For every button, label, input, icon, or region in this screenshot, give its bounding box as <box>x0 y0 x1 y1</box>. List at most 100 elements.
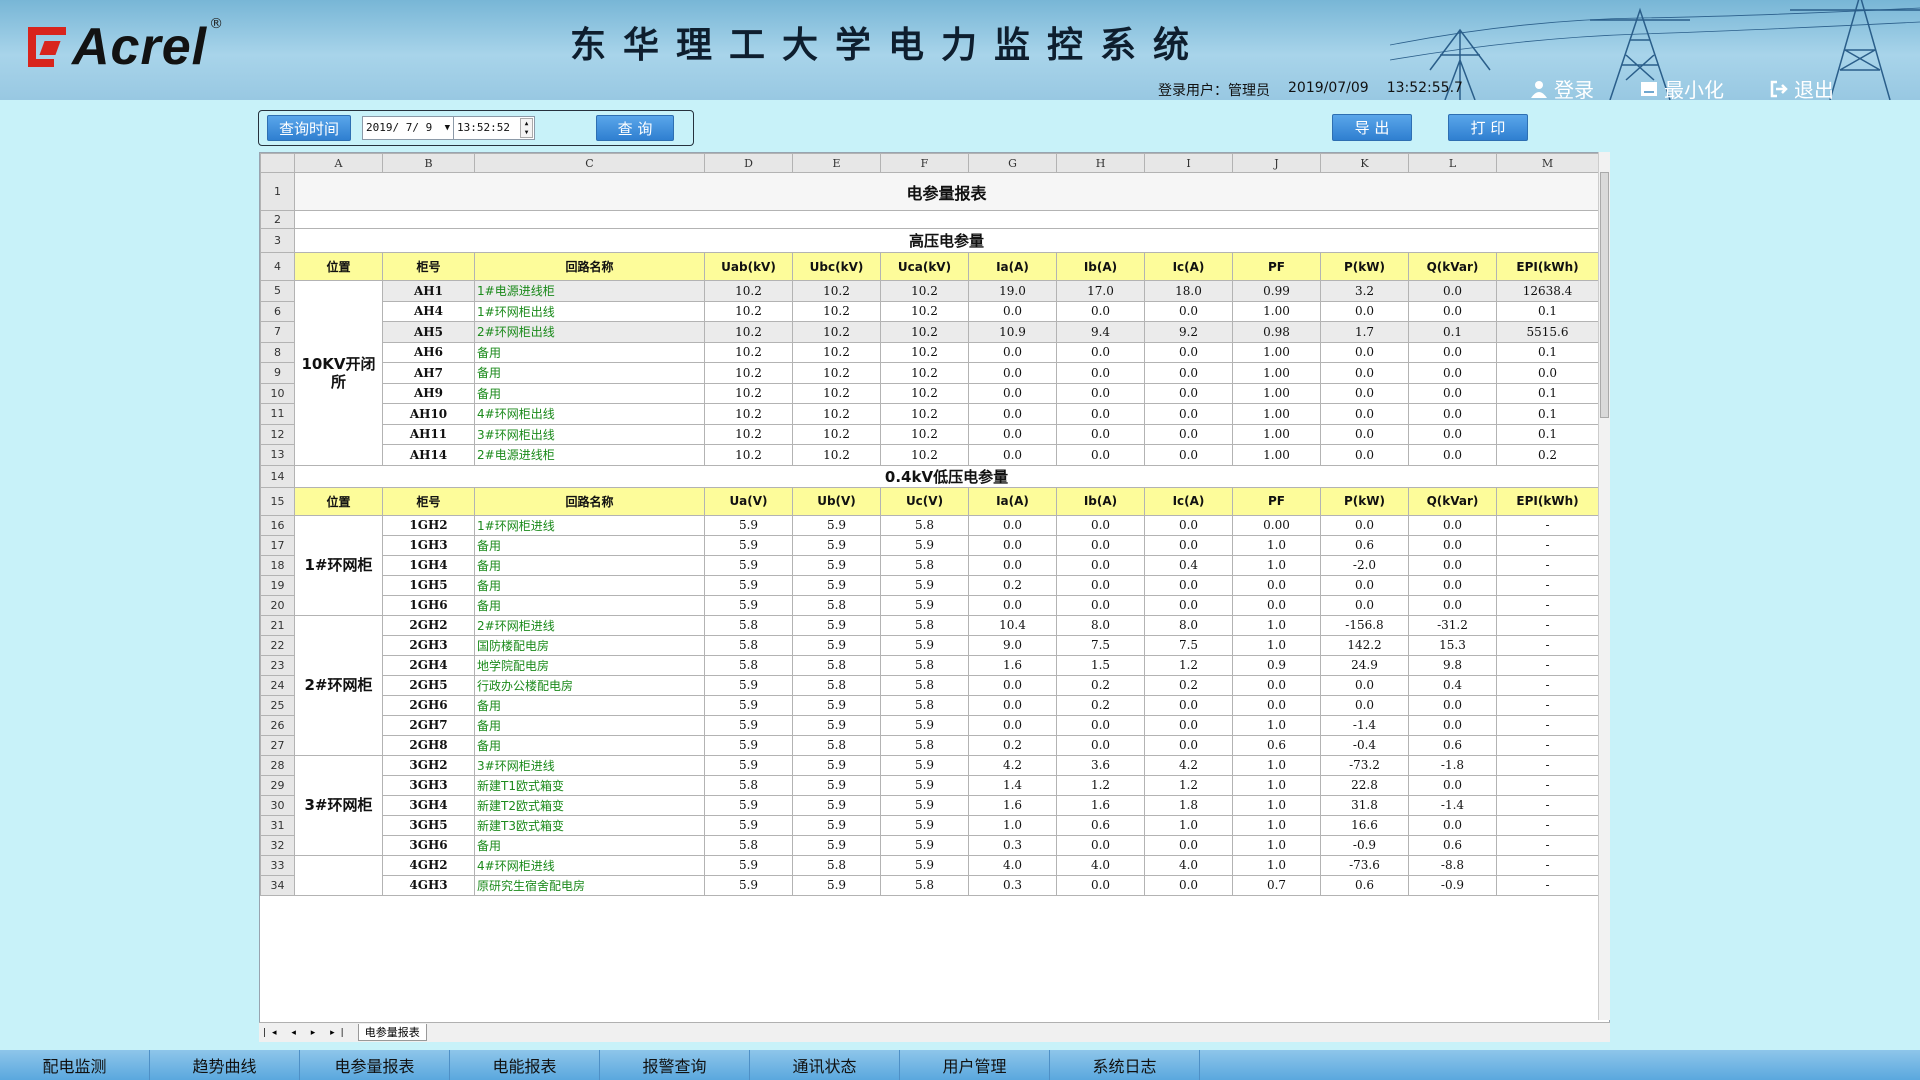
value-cell: 9.0 <box>968 634 1057 656</box>
circuit-name: 备用 <box>474 574 705 596</box>
row-number: 23 <box>260 654 295 676</box>
column-title: EPI(kWh) <box>1496 252 1599 281</box>
time-spinner[interactable]: 13:52:52 ▲ ▼ <box>453 116 535 140</box>
column-header: D <box>704 153 793 173</box>
minimize-button[interactable]: 最小化 <box>1640 74 1724 100</box>
nav-alarm-query[interactable]: 报警查询 <box>600 1050 750 1080</box>
value-cell: 10.2 <box>880 444 969 466</box>
print-button[interactable]: 打 印 <box>1448 114 1528 141</box>
value-cell: 1.0 <box>1232 794 1321 816</box>
value-cell: 0.0 <box>1056 300 1145 322</box>
nav-parameter-report[interactable]: 电参量报表 <box>300 1050 450 1080</box>
value-cell: 5.8 <box>792 654 881 676</box>
export-button[interactable]: 导 出 <box>1332 114 1412 141</box>
circuit-name: 2#环网柜出线 <box>474 321 705 343</box>
nav-trend-curve[interactable]: 趋势曲线 <box>150 1050 300 1080</box>
query-button[interactable]: 查 询 <box>596 115 674 141</box>
table-row: 22 2GH3 国防楼配电房 5.8 5.9 5.9 9.0 7.5 7.5 1.0 142.2 15… <box>260 634 1599 656</box>
value-cell: - <box>1496 754 1599 776</box>
value-cell: - <box>1496 614 1599 636</box>
value-cell: 0.2 <box>968 574 1057 596</box>
row-number: 20 <box>260 594 295 616</box>
value-cell: 18.0 <box>1144 280 1233 302</box>
spinner-icon[interactable]: ▲ ▼ <box>520 118 533 138</box>
value-cell: 5.9 <box>880 854 969 876</box>
nav-power-monitor[interactable]: 配电监测 <box>0 1050 150 1080</box>
date-picker[interactable]: 2019/ 7/ 9 ▼ <box>362 116 454 140</box>
nav-user-manage[interactable]: 用户管理 <box>900 1050 1050 1080</box>
value-cell: 5.8 <box>704 654 793 676</box>
value-cell: 1.00 <box>1232 423 1321 445</box>
sheet-nav-arrows-icon[interactable]: |◂ ◂ ▸ ▸| <box>263 1028 350 1038</box>
value-cell: -73.6 <box>1320 854 1409 876</box>
value-cell: 17.0 <box>1056 280 1145 302</box>
nav-energy-report[interactable]: 电能报表 <box>450 1050 600 1080</box>
value-cell: 0.3 <box>968 874 1057 896</box>
cabinet-id: AH6 <box>382 341 475 363</box>
row-number: 2 <box>260 210 295 229</box>
row-number: 21 <box>260 614 295 636</box>
row-number: 14 <box>260 464 295 488</box>
value-cell: 0.2 <box>1496 444 1599 466</box>
cabinet-id: AH7 <box>382 362 475 384</box>
column-title: P(kW) <box>1320 252 1409 281</box>
value-cell: 0.1 <box>1496 423 1599 445</box>
value-cell: -1.4 <box>1320 714 1409 736</box>
cabinet-id: 3GH4 <box>382 794 475 816</box>
value-cell: - <box>1496 634 1599 656</box>
login-button[interactable]: 登录 <box>1530 74 1594 100</box>
value-cell: 0.2 <box>1056 674 1145 696</box>
cabinet-id: 4GH2 <box>382 854 475 876</box>
row-number: 27 <box>260 734 295 756</box>
value-cell: 5.8 <box>704 634 793 656</box>
value-cell: 10.4 <box>968 614 1057 636</box>
value-cell: 1.6 <box>968 794 1057 816</box>
empty-cell <box>294 210 1599 229</box>
value-cell: 5.8 <box>792 674 881 696</box>
exit-button[interactable]: 退出 <box>1770 74 1834 100</box>
column-header: F <box>880 153 969 173</box>
table-row: 32 3GH6 备用 5.8 5.9 5.9 0.3 0.0 0.0 1.0 -0.9 0.6- <box>260 834 1599 856</box>
value-cell: 5.9 <box>880 574 969 596</box>
cabinet-id: 1GH2 <box>382 514 475 536</box>
table-row: 7 AH5 2#环网柜出线 10.2 10.2 10.2 10.9 9.4 9.2 0.98 1.7… <box>260 321 1599 343</box>
value-cell: 0.0 <box>1144 423 1233 445</box>
login-label: 登录用户： <box>1158 83 1228 99</box>
value-cell: - <box>1496 874 1599 896</box>
scrollbar-thumb[interactable] <box>1600 172 1609 418</box>
cabinet-id: 1GH5 <box>382 574 475 596</box>
value-cell: 0.1 <box>1496 300 1599 322</box>
value-cell: 1.4 <box>968 774 1057 796</box>
vertical-scrollbar[interactable] <box>1598 152 1610 1020</box>
value-cell: 5.8 <box>880 614 969 636</box>
value-cell: 0.0 <box>1144 834 1233 856</box>
value-cell: 0.0 <box>968 694 1057 716</box>
value-cell: 5.9 <box>792 574 881 596</box>
value-cell: 5.9 <box>704 694 793 716</box>
value-cell: 10.2 <box>704 423 793 445</box>
cabinet-id: 2GH2 <box>382 614 475 636</box>
table-row: 29 3GH3 新建T1欧式箱变 5.8 5.9 5.9 1.4 1.2 1.2 1.0 22.8 0… <box>260 774 1599 796</box>
column-header: K <box>1320 153 1409 173</box>
value-cell: - <box>1496 654 1599 676</box>
time-value: 13:52:52 <box>457 121 510 134</box>
table-row: 15 位置 柜号 回路名称 Ua(V) Ub(V) Uc(V) Ia(A) Ib(A) Ic(A)… <box>260 486 1599 516</box>
table-row: 1 电参量报表 <box>260 172 1599 211</box>
login-info: 登录用户：管理员 2019/07/09 13:52:55.7 <box>1158 80 1463 100</box>
nav-system-log[interactable]: 系统日志 <box>1050 1050 1200 1080</box>
value-cell: 0.0 <box>1408 300 1497 322</box>
circuit-name: 新建T2欧式箱变 <box>474 794 705 816</box>
value-cell: 10.2 <box>880 300 969 322</box>
sheet-tab[interactable]: 电参量报表 <box>357 1024 427 1041</box>
nav-comm-status[interactable]: 通讯状态 <box>750 1050 900 1080</box>
column-header: C <box>474 153 705 173</box>
table-row: 18 1GH4 备用 5.9 5.9 5.8 0.0 0.0 0.4 1.0 -2.0 0.0- <box>260 554 1599 576</box>
value-cell: 5.9 <box>792 634 881 656</box>
value-cell: - <box>1496 734 1599 756</box>
value-cell: 10.2 <box>880 423 969 445</box>
value-cell: 9.2 <box>1144 321 1233 343</box>
column-title: PF <box>1232 252 1321 281</box>
cabinet-id: 2GH7 <box>382 714 475 736</box>
value-cell: 0.0 <box>1056 714 1145 736</box>
value-cell: 1.0 <box>1232 554 1321 576</box>
